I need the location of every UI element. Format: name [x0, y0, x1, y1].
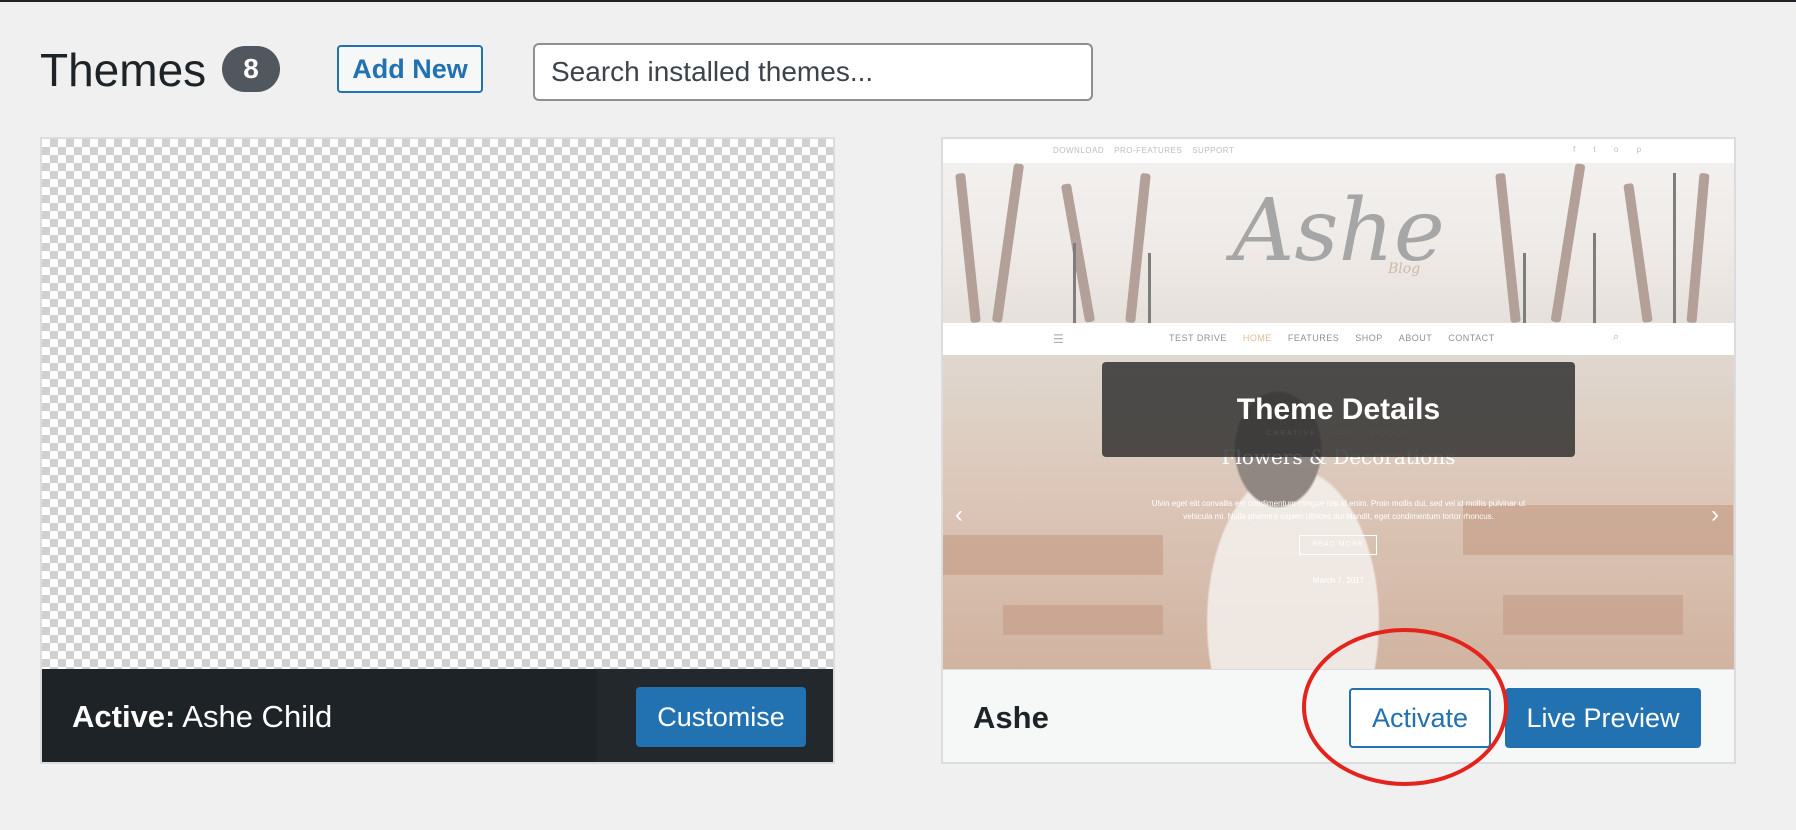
theme-screenshot-placeholder[interactable]: [42, 139, 833, 669]
active-theme-name: Ashe Child: [182, 699, 333, 734]
active-label: Active:: [72, 699, 176, 734]
live-preview-button[interactable]: Live Preview: [1505, 688, 1701, 748]
search-themes-input[interactable]: [533, 43, 1093, 101]
preview-date: March 7, 2017: [1312, 576, 1365, 585]
preview-slider-text: Ulvin eget elit convallis est condimentu…: [1151, 499, 1526, 521]
chevron-right-icon: ›: [1711, 501, 1719, 528]
customise-button[interactable]: Customise: [636, 687, 806, 747]
chevron-left-icon: ‹: [955, 501, 963, 528]
theme-name: Ashe: [973, 700, 1049, 735]
add-new-button[interactable]: Add New: [337, 45, 483, 93]
theme-screenshot[interactable]: DOWNLOAD PRO-FEATURES SUPPORT f t o p Ashe…: [943, 139, 1734, 669]
theme-card-ashe-child[interactable]: Active: Ashe Child Customise: [40, 137, 835, 764]
highlight-circle: [1302, 628, 1508, 786]
theme-count-badge: 8: [222, 46, 280, 92]
top-border: [0, 0, 1796, 2]
page-title: Themes: [40, 44, 207, 96]
active-theme-footer: Active: Ashe Child Customise: [42, 669, 833, 762]
preview-read-more: READ MORE: [1299, 535, 1377, 555]
theme-name: Active: Ashe Child: [72, 669, 333, 762]
theme-details-button[interactable]: Theme Details: [1102, 362, 1575, 457]
